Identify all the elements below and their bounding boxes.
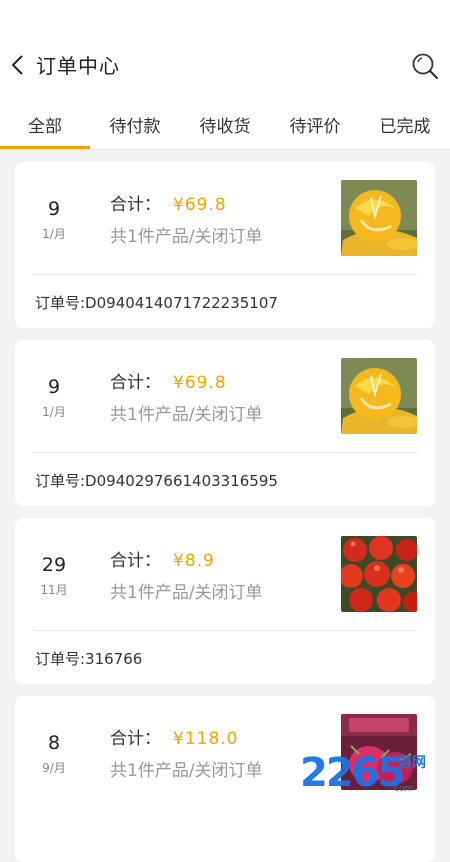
order-month: 11月: [40, 583, 68, 597]
tab-completed[interactable]: 已完成: [360, 110, 450, 150]
order-summary: 共1件产品/关闭订单: [110, 405, 263, 425]
watermark-domain: com: [394, 784, 414, 794]
order-price: ¥118.0: [173, 729, 239, 749]
tab-pending-receipt[interactable]: 待收货: [180, 110, 270, 150]
total-label: 合计：: [110, 729, 161, 749]
order-tabs: 全部 待付款 待收货 待评价 已完成: [0, 110, 450, 150]
order-day: 9: [47, 198, 61, 220]
product-thumbnail-tomato[interactable]: [341, 536, 417, 612]
order-day: 8: [47, 732, 61, 754]
page-title: 订单中心: [36, 54, 120, 78]
product-thumbnail-orange[interactable]: [341, 358, 417, 434]
watermark-logo: 2265 游网 com: [298, 748, 450, 800]
order-number: 订单号:D0940414071722235107: [35, 294, 278, 312]
order-summary: 共1件产品/关闭订单: [110, 761, 263, 781]
divider: [33, 274, 417, 275]
order-price: ¥69.8: [173, 195, 227, 215]
divider: [33, 630, 417, 631]
order-number: 订单号:316766: [35, 650, 143, 668]
search-icon: [412, 53, 439, 80]
product-thumbnail-orange[interactable]: [341, 180, 417, 256]
order-day: 29: [41, 554, 67, 576]
tab-pending-review[interactable]: 待评价: [270, 110, 360, 150]
back-button[interactable]: [8, 52, 30, 78]
top-bar: 订单中心 全部 待付款 待收货 待评价 已完成: [0, 0, 450, 150]
order-total: 合计： ¥69.8: [110, 190, 227, 215]
total-label: 合计：: [110, 195, 161, 215]
order-day: 9: [47, 376, 61, 398]
order-total: 合计： ¥8.9: [110, 546, 215, 571]
divider: [0, 149, 450, 150]
order-card[interactable]: 9 1/月 合计： ¥69.8 共1件产品/关闭订单 订单号:D094041407…: [15, 162, 435, 328]
tab-all[interactable]: 全部: [0, 110, 90, 150]
total-label: 合计：: [110, 551, 161, 571]
tab-pending-payment[interactable]: 待付款: [90, 110, 180, 150]
order-summary: 共1件产品/关闭订单: [110, 583, 263, 603]
divider: [33, 452, 417, 453]
order-card[interactable]: 9 1/月 合计： ¥69.8 共1件产品/关闭订单 订单号:D094029766…: [15, 340, 435, 506]
order-number: 订单号:D0940297661403316595: [35, 472, 278, 490]
order-total: 合计： ¥118.0: [110, 724, 238, 749]
order-month: 9/月: [42, 761, 66, 775]
watermark-text: 游网: [398, 755, 426, 771]
order-price: ¥69.8: [173, 373, 227, 393]
order-summary: 共1件产品/关闭订单: [110, 227, 263, 247]
order-price: ¥8.9: [173, 551, 215, 571]
watermark-number: 2265: [300, 750, 405, 796]
order-total: 合计： ¥69.8: [110, 368, 227, 393]
order-card[interactable]: 29 11月 合计： ¥8.9 共1件产品/关闭订单 订单号:316766: [15, 518, 435, 684]
order-month: 1/月: [42, 227, 66, 241]
chevron-left-icon: [11, 55, 23, 75]
search-button[interactable]: [410, 51, 440, 81]
total-label: 合计：: [110, 373, 161, 393]
order-month: 1/月: [42, 405, 66, 419]
